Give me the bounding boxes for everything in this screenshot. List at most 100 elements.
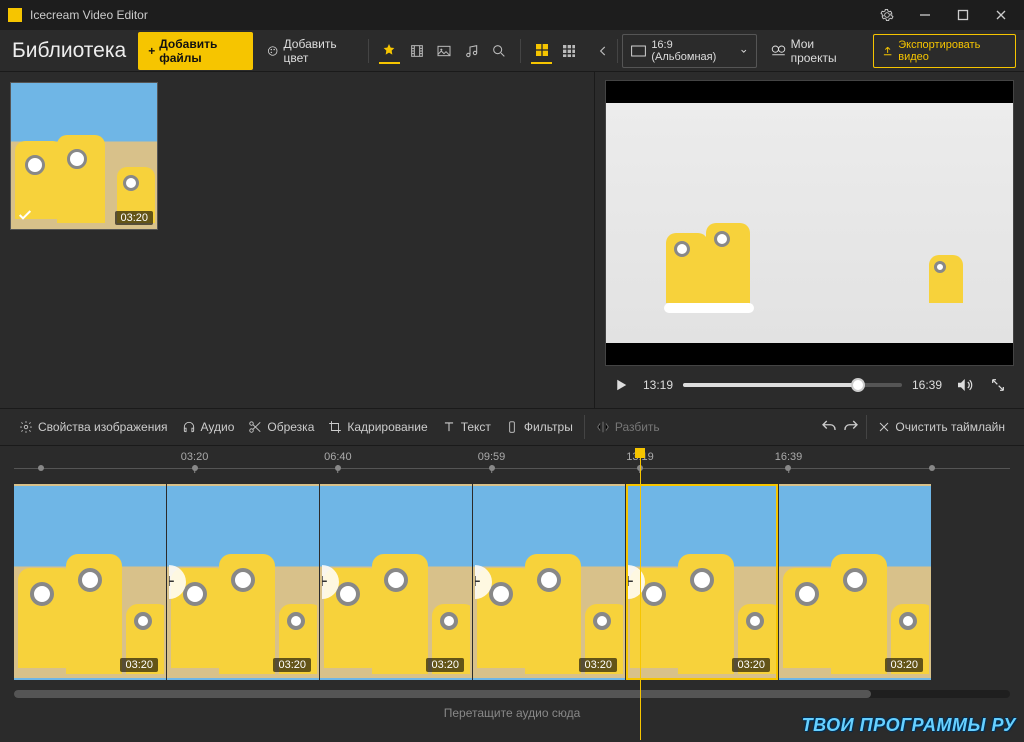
- crop-button[interactable]: Кадрирование: [321, 420, 434, 434]
- add-color-label: Добавить цвет: [284, 37, 350, 65]
- split-button[interactable]: Разбить: [589, 420, 667, 434]
- minimize-button[interactable]: [906, 0, 944, 30]
- play-icon: [612, 376, 630, 394]
- image-props-label: Свойства изображения: [38, 420, 168, 434]
- audio-label: Аудио: [201, 420, 235, 434]
- film-icon: [409, 43, 425, 59]
- ruler-dot: [489, 465, 495, 471]
- timeline: 03:20+03:20+03:20+03:20+03:2003:20: [0, 480, 1024, 686]
- divider: [368, 39, 369, 63]
- view-small-button[interactable]: [558, 38, 579, 64]
- headphones-icon: [182, 420, 196, 434]
- clear-timeline-button[interactable]: Очистить таймлайн: [871, 420, 1012, 434]
- export-label: Экспортировать видео: [898, 39, 1007, 63]
- settings-button[interactable]: [868, 0, 906, 30]
- ruler-dot: [785, 465, 791, 471]
- split-icon: [596, 420, 610, 434]
- minimize-icon: [918, 8, 932, 22]
- my-projects-button[interactable]: Мои проекты: [763, 32, 867, 70]
- timeline-clip[interactable]: 03:20: [779, 484, 931, 680]
- timeline-ruler[interactable]: 03:2006:4009:5913:1916:39: [0, 446, 1024, 480]
- export-button[interactable]: Экспортировать видео: [873, 34, 1016, 68]
- wand-icon: [505, 420, 519, 434]
- timeline-scrollbar[interactable]: [14, 690, 1010, 698]
- clip-toolbar: Свойства изображения Аудио Обрезка Кадри…: [0, 408, 1024, 446]
- aspect-ratio-label: 16:9 (Альбомная): [651, 39, 735, 63]
- seek-bar[interactable]: [683, 383, 902, 387]
- trim-label: Обрезка: [267, 420, 314, 434]
- view-large-button[interactable]: [531, 38, 552, 64]
- library-item[interactable]: 03:20: [10, 82, 158, 230]
- filters-button[interactable]: Фильтры: [498, 420, 580, 434]
- library-title: Библиотека: [12, 39, 126, 63]
- filter-all-button[interactable]: [379, 38, 400, 64]
- trim-button[interactable]: Обрезка: [241, 420, 321, 434]
- divider: [866, 415, 867, 439]
- preview-frame: [606, 103, 1013, 343]
- filter-image-button[interactable]: [434, 38, 455, 64]
- upload-icon: [882, 45, 893, 57]
- timeline-clip[interactable]: +03:20: [626, 484, 778, 680]
- add-color-button[interactable]: Добавить цвет: [259, 32, 358, 70]
- close-icon: [994, 8, 1008, 22]
- grid-large-icon: [534, 42, 550, 58]
- image-props-button[interactable]: Свойства изображения: [12, 420, 175, 434]
- library-pane: 03:20: [0, 72, 595, 408]
- fullscreen-button[interactable]: [986, 373, 1010, 397]
- seek-knob[interactable]: [851, 378, 865, 392]
- close-icon: [878, 421, 890, 433]
- close-button[interactable]: [982, 0, 1020, 30]
- undo-button[interactable]: [818, 416, 840, 438]
- player-bar: 13:19 16:39: [605, 366, 1014, 404]
- crop-icon: [328, 420, 342, 434]
- redo-button[interactable]: [840, 416, 862, 438]
- filter-audio-button[interactable]: [461, 38, 482, 64]
- preview-pane: 13:19 16:39: [595, 72, 1024, 408]
- chevron-left-icon: [596, 44, 610, 58]
- crop-label: Кадрирование: [347, 420, 427, 434]
- collapse-library-button[interactable]: [592, 38, 613, 64]
- maximize-icon: [956, 8, 970, 22]
- undo-icon: [820, 418, 838, 436]
- search-button[interactable]: [489, 38, 510, 64]
- current-time: 13:19: [643, 378, 673, 392]
- preview-video[interactable]: [605, 80, 1014, 366]
- plus-icon: +: [148, 44, 155, 58]
- fullscreen-icon: [990, 377, 1006, 393]
- gear-icon: [880, 8, 894, 22]
- watermark: ТВОИ ПРОГРАММЫ РУ: [802, 715, 1016, 736]
- text-label: Текст: [461, 420, 491, 434]
- text-button[interactable]: Текст: [435, 420, 498, 434]
- volume-button[interactable]: [952, 373, 976, 397]
- clip-duration: 03:20: [273, 658, 311, 672]
- add-files-button[interactable]: + Добавить файлы: [138, 32, 253, 70]
- divider: [584, 415, 585, 439]
- clip-duration: 03:20: [885, 658, 923, 672]
- divider: [520, 39, 521, 63]
- chevron-down-icon: [740, 47, 748, 55]
- main-split: 03:20 13:19 16:39: [0, 72, 1024, 408]
- total-time: 16:39: [912, 378, 942, 392]
- timeline-clip[interactable]: +03:20: [320, 484, 472, 680]
- play-button[interactable]: [609, 373, 633, 397]
- window-title: Icecream Video Editor: [30, 8, 868, 22]
- palette-icon: [267, 44, 278, 58]
- my-projects-label: Мои проекты: [791, 37, 859, 65]
- aspect-ratio-select[interactable]: 16:9 (Альбомная): [622, 34, 756, 68]
- add-files-label: Добавить файлы: [159, 37, 243, 65]
- maximize-button[interactable]: [944, 0, 982, 30]
- music-icon: [464, 43, 480, 59]
- app-logo-icon: [8, 8, 22, 22]
- timeline-clip[interactable]: 03:20: [14, 484, 166, 680]
- scrollbar-thumb[interactable]: [14, 690, 871, 698]
- divider: [617, 39, 618, 63]
- image-icon: [436, 43, 452, 59]
- filter-video-button[interactable]: [406, 38, 427, 64]
- audio-button[interactable]: Аудио: [175, 420, 242, 434]
- library-item-duration: 03:20: [115, 211, 153, 225]
- titlebar: Icecream Video Editor: [0, 0, 1024, 30]
- clip-duration: 03:20: [120, 658, 158, 672]
- timeline-clip[interactable]: +03:20: [473, 484, 625, 680]
- grid-small-icon: [561, 43, 577, 59]
- timeline-clip[interactable]: +03:20: [167, 484, 319, 680]
